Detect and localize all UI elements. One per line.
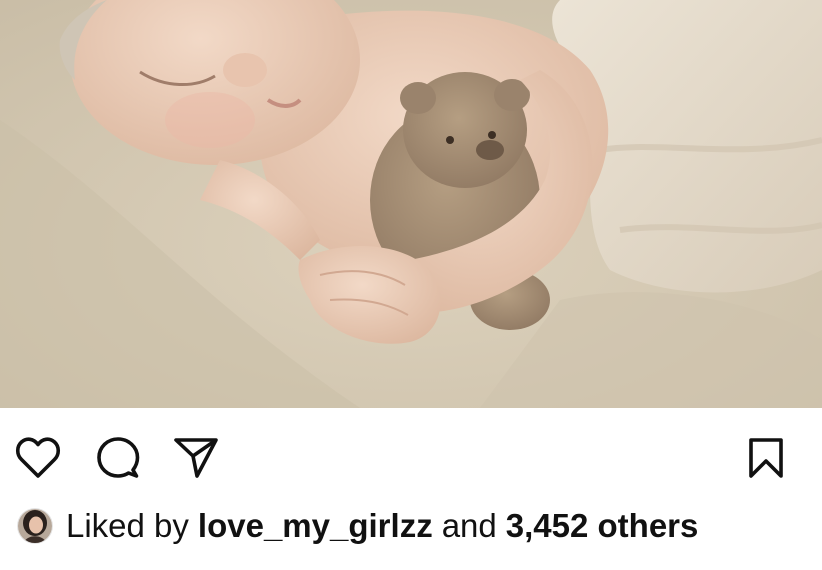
liked-by-text: Liked by xyxy=(66,507,189,544)
share-button[interactable] xyxy=(172,434,220,482)
liker-username-link[interactable]: love_my_girlzz xyxy=(198,507,433,545)
likes-summary: Liked by love_my_girlzz and 3,452 others xyxy=(18,504,698,548)
post-action-bar xyxy=(0,408,822,500)
heart-icon xyxy=(15,437,61,478)
instagram-post: Liked by love_my_girlzz and 3,452 others xyxy=(0,0,822,570)
liker-avatar[interactable] xyxy=(18,509,52,543)
bookmark-icon xyxy=(749,438,783,478)
send-icon xyxy=(174,438,218,478)
post-photo[interactable] xyxy=(0,0,822,408)
profile-picture-icon xyxy=(18,509,52,543)
others-count-link[interactable]: 3,452 others xyxy=(506,507,699,545)
comment-icon xyxy=(97,437,140,478)
and-text: and xyxy=(441,507,497,544)
save-button[interactable] xyxy=(742,434,790,482)
comment-button[interactable] xyxy=(94,434,142,482)
caption-partial xyxy=(18,562,618,570)
like-button[interactable] xyxy=(14,434,62,482)
newborn-photo-illustration xyxy=(0,0,822,408)
